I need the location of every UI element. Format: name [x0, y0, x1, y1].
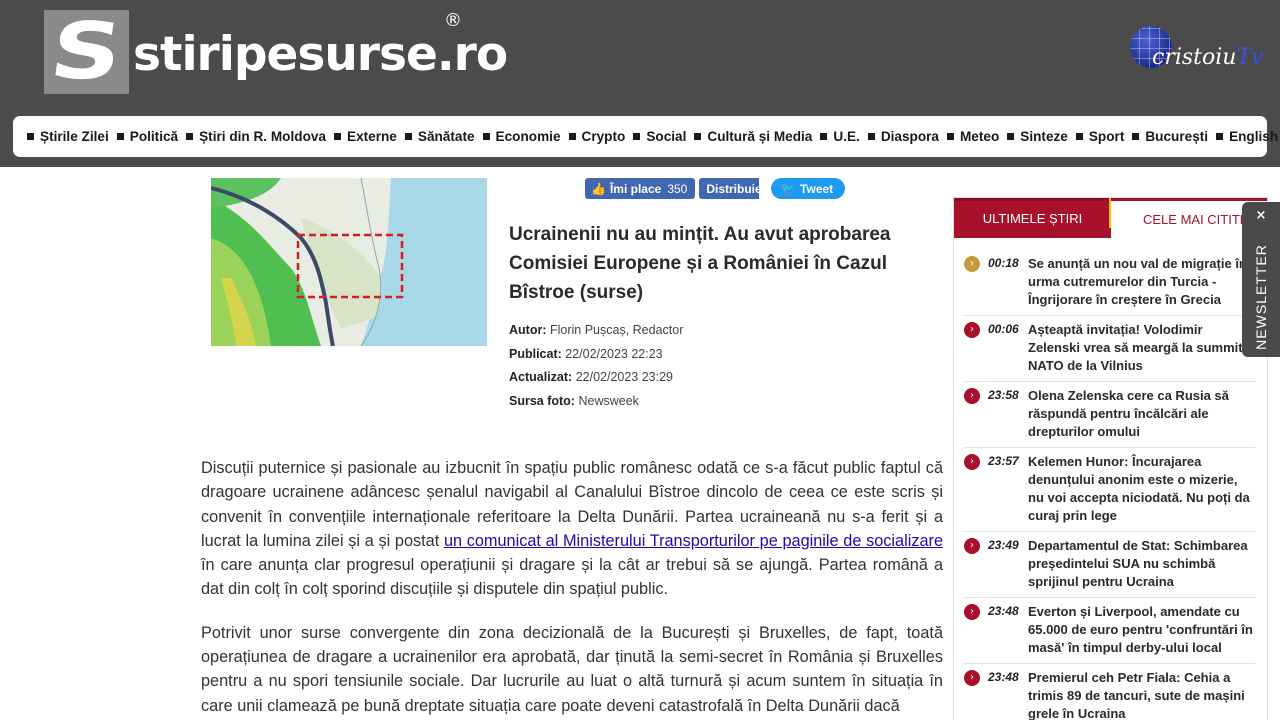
latest-news-list: › 00:18 Se anunță un nou val de migrație… — [954, 238, 1267, 720]
article-body: Discuții puternice și pasionale au izbuc… — [201, 456, 943, 720]
site-header: S stiripesurse.ro ® cristoiuTv Știrile Z… — [0, 0, 1280, 167]
meta-published: Publicat: 22/02/2023 22:23 — [509, 346, 663, 361]
close-icon[interactable]: × — [1242, 208, 1280, 223]
news-time: 23:48 — [988, 670, 1019, 684]
author-link[interactable]: Florin Pușcaș, Redactor — [550, 323, 683, 337]
meta-photo-source: Sursa foto: Newsweek — [509, 393, 639, 408]
social-share-bar: 👍 Îmi place 350 Distribuie 🐦 Tweet — [585, 178, 846, 199]
news-title[interactable]: Se anunță un nou val de migrație în urma… — [1028, 255, 1255, 309]
list-item[interactable]: › 23:58 Olena Zelenska cere ca Rusia să … — [964, 382, 1255, 448]
nav-sport[interactable]: Sport — [1075, 129, 1124, 144]
thumbs-up-icon: 👍 — [591, 181, 606, 196]
square-bullet-icon — [1216, 133, 1224, 140]
registered-mark: ® — [444, 10, 462, 31]
chevron-right-icon: › — [964, 604, 980, 620]
facebook-like-button[interactable]: 👍 Îmi place 350 — [585, 178, 696, 199]
news-title[interactable]: Premierul ceh Petr Fiala: Cehia a trimis… — [1028, 669, 1255, 720]
twitter-bird-icon: 🐦 — [781, 183, 796, 195]
nav-english[interactable]: English — [1216, 129, 1278, 144]
square-bullet-icon — [404, 133, 412, 140]
square-bullet-icon — [568, 133, 576, 140]
nav-bucuresti[interactable]: București — [1132, 129, 1208, 144]
article-meta: Autor: Florin Pușcaș, Redactor Publicat:… — [509, 319, 683, 413]
tv-brand: cristoiuTv — [1152, 45, 1264, 70]
square-bullet-icon — [867, 133, 875, 140]
chevron-right-icon: › — [964, 670, 980, 686]
square-bullet-icon — [633, 133, 641, 140]
cristoiu-tv-watermark: cristoiuTv — [1130, 26, 1264, 74]
news-time: 00:06 — [988, 322, 1019, 336]
nav-diaspora[interactable]: Diaspora — [867, 129, 939, 144]
logo-mark: S — [44, 7, 129, 97]
chevron-right-icon: › — [964, 454, 980, 470]
site-logo[interactable]: S stiripesurse.ro — [44, 7, 508, 97]
list-item[interactable]: › 23:48 Everton și Liverpool, amendate c… — [964, 598, 1255, 664]
sidebar-tabs: ULTIMELE ȘTIRI CELE MAI CITITE — [954, 198, 1267, 238]
square-bullet-icon — [1007, 133, 1015, 140]
news-time: 23:57 — [988, 454, 1019, 468]
meta-updated: Actualizat: 22/02/2023 23:29 — [509, 370, 674, 384]
article-image-map[interactable] — [211, 178, 487, 346]
square-bullet-icon — [482, 133, 490, 140]
news-time: 23:58 — [988, 388, 1019, 402]
square-bullet-icon — [334, 133, 341, 140]
facebook-share-button[interactable]: Distribuie — [699, 178, 760, 199]
square-bullet-icon — [116, 133, 124, 140]
nav-meteo[interactable]: Meteo — [946, 129, 999, 144]
square-bullet-icon — [27, 133, 34, 140]
list-item[interactable]: › 23:57 Kelemen Hunor: Încurajarea denun… — [964, 448, 1255, 532]
square-bullet-icon — [946, 133, 954, 140]
tweet-button[interactable]: 🐦 Tweet — [771, 178, 846, 199]
nav-stirile-zilei[interactable]: Știrile Zilei — [27, 129, 109, 144]
nav-economie[interactable]: Economie — [482, 129, 561, 144]
news-title[interactable]: Departamentul de Stat: Schimbarea președ… — [1028, 537, 1255, 591]
list-item[interactable]: › 00:18 Se anunță un nou val de migrație… — [964, 250, 1255, 316]
nav-politica[interactable]: Politică — [116, 129, 178, 144]
news-time: 23:49 — [988, 538, 1019, 552]
nav-sinteze[interactable]: Sinteze — [1007, 129, 1068, 144]
tab-latest-news[interactable]: ULTIMELE ȘTIRI — [954, 198, 1111, 238]
nav-ue[interactable]: U.E. — [820, 129, 860, 144]
list-item[interactable]: › 23:49 Departamentul de Stat: Schimbare… — [964, 532, 1255, 598]
news-title[interactable]: Așteaptă invitația! Volodimir Zelenski v… — [1028, 321, 1255, 375]
list-item[interactable]: › 00:06 Așteaptă invitația! Volodimir Ze… — [964, 316, 1255, 382]
chevron-right-icon: › — [964, 538, 980, 554]
news-title[interactable]: Everton și Liverpool, amendate cu 65.000… — [1028, 603, 1255, 657]
square-bullet-icon — [820, 133, 828, 140]
square-bullet-icon — [1075, 133, 1083, 140]
newsletter-label: NEWSLETTER — [1253, 244, 1269, 350]
nav-crypto[interactable]: Crypto — [568, 129, 625, 144]
nav-social[interactable]: Social — [633, 129, 686, 144]
nav-externe[interactable]: Externe — [334, 129, 397, 144]
like-count: 350 — [667, 181, 688, 196]
ministry-statement-link[interactable]: un comunicat al Ministerului Transportur… — [444, 532, 943, 550]
map-graphic — [211, 178, 487, 346]
square-bullet-icon — [186, 133, 194, 140]
news-title[interactable]: Olena Zelenska cere ca Rusia să răspundă… — [1028, 387, 1255, 441]
article-paragraph: Discuții puternice și pasionale au izbuc… — [201, 459, 943, 599]
list-item[interactable]: › 23:48 Premierul ceh Petr Fiala: Cehia … — [964, 664, 1255, 720]
meta-author: Autor: Florin Pușcaș, Redactor — [509, 323, 684, 337]
logo-text: stiripesurse.ro — [133, 26, 508, 82]
news-time: 23:48 — [988, 604, 1019, 618]
chevron-right-icon: › — [964, 256, 980, 272]
newsletter-tab[interactable]: × NEWSLETTER — [1242, 202, 1280, 357]
article-title: Ucrainenii nu au mințit. Au avut aprobar… — [509, 224, 891, 303]
nav-cultura-media[interactable]: Cultură și Media — [694, 129, 812, 144]
chevron-right-icon: › — [964, 322, 980, 338]
news-title[interactable]: Kelemen Hunor: Încurajarea denunțului an… — [1028, 453, 1255, 525]
news-time: 00:18 — [988, 256, 1019, 270]
chevron-right-icon: › — [964, 388, 980, 404]
article-paragraph: Potrivit unor surse convergente din zona… — [201, 623, 943, 715]
news-sidebar: ULTIMELE ȘTIRI CELE MAI CITITE › 00:18 S… — [953, 197, 1268, 720]
main-navigation: Știrile Zilei Politică Știri din R. Mold… — [13, 116, 1278, 157]
nav-stiri-moldova[interactable]: Știri din R. Moldova — [186, 129, 326, 144]
square-bullet-icon — [1132, 133, 1140, 140]
nav-sanatate[interactable]: Sănătate — [404, 129, 475, 144]
square-bullet-icon — [694, 133, 702, 140]
